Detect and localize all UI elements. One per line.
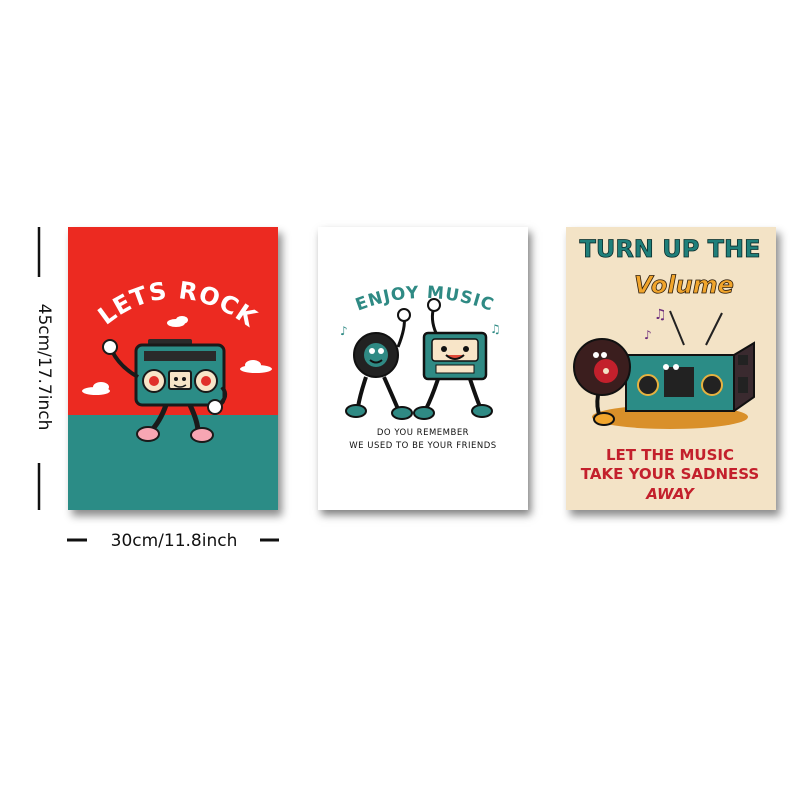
height-label: 45cm/17.7inch [34,303,54,431]
turn-up-volume-art: TURN UP THE Volume ♫ ♪ LET THE MUSIC TAK… [566,227,776,510]
enjoy-music-art: ENJOY MUSIC ♪ ♫ DO YOU REMEMBER WE USED … [318,227,528,510]
svg-text:♪: ♪ [340,324,348,338]
tagline-line2: TAKE YOUR SADNESS [581,465,759,483]
tagline-line3: AWAY [645,485,696,503]
svg-text:♪: ♪ [644,328,652,342]
tagline-line1: LET THE MUSIC [606,446,734,464]
width-label: 30cm/11.8inch [110,531,238,551]
svg-text:♫: ♫ [490,322,501,336]
turn-up-heading: TURN UP THE [579,235,760,263]
lets-rock-art: LETS ROCK [68,227,278,510]
svg-text:♫: ♫ [654,307,667,323]
poster-lets-rock: LETS ROCK [68,227,278,510]
poster-enjoy-music: ENJOY MUSIC ♪ ♫ DO YOU REMEMBER WE USED … [318,227,528,510]
enjoy-music-line1: DO YOU REMEMBER [377,428,469,438]
poster-turn-up-the-volume: TURN UP THE Volume ♫ ♪ LET THE MUSIC TAK… [566,227,776,510]
enjoy-music-line2: WE USED TO BE YOUR FRIENDS [349,441,496,451]
volume-heading: Volume [634,271,734,299]
